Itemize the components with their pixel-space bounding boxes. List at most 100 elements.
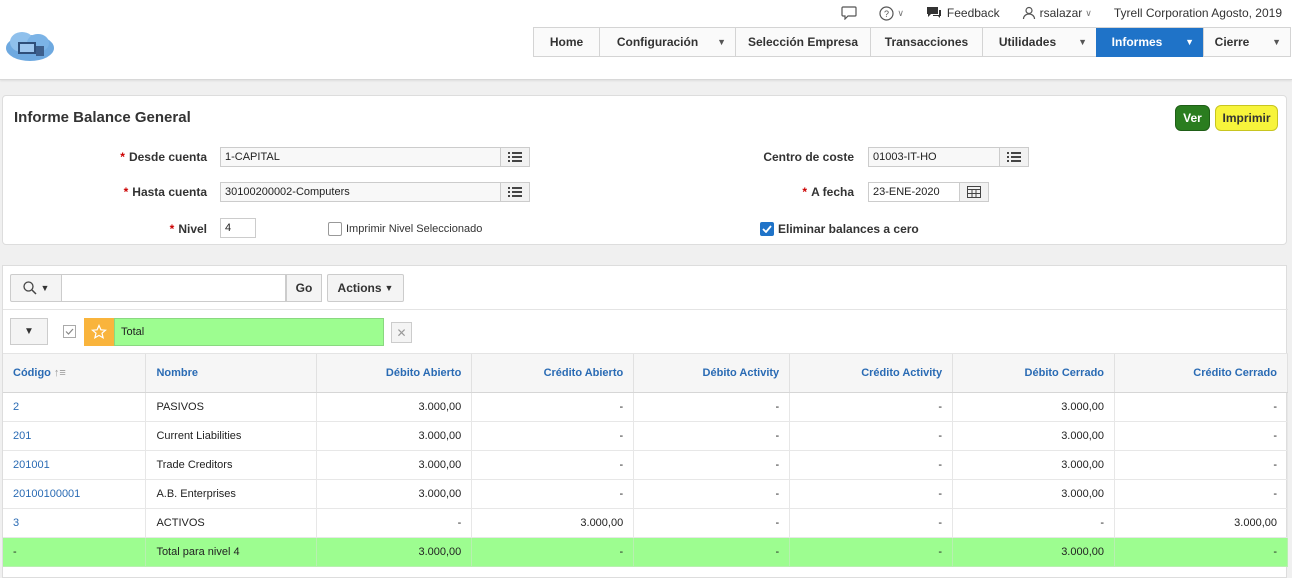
- cell-debito-abierto: 3.000,00: [316, 450, 473, 480]
- label-text: A fecha: [811, 185, 854, 199]
- label-text: Desde cuenta: [128, 150, 207, 164]
- chevron-down-icon: ∨: [897, 7, 904, 18]
- report-region: ▼ Go Actions ▼ ▼ Total ✕ Código ↑≡ Nombre…: [2, 265, 1288, 578]
- cell-credito-cerrado: -: [1114, 392, 1288, 422]
- go-button[interactable]: Go: [286, 274, 322, 302]
- column-header-debito-activity[interactable]: Débito Activity: [633, 354, 791, 393]
- column-header-debito-cerrado[interactable]: Débito Cerrado: [952, 354, 1116, 393]
- cell-credito-activity: -: [789, 421, 954, 451]
- table-header-row: Código ↑≡ Nombre Débito Abierto Crédito A…: [3, 354, 1288, 393]
- column-header-nombre[interactable]: Nombre: [145, 354, 318, 393]
- cell-debito-abierto: 3.000,00: [316, 392, 473, 422]
- cell-nombre: Total para nivel 4: [145, 537, 318, 567]
- cell-credito-cerrado: 3.000,00: [1114, 508, 1288, 538]
- filter-enable-checkbox[interactable]: [63, 325, 76, 338]
- table-row: 201 Current Liabilities 3.000,00 - - - 3…: [3, 421, 1288, 451]
- report-table: Código ↑≡ Nombre Débito Abierto Crédito A…: [3, 354, 1288, 567]
- nav-label: Cierre: [1214, 35, 1250, 49]
- app-header: ? ∨ Feedback rsalazar ∨ Tyrell Corporati…: [0, 0, 1292, 80]
- nav-item-transacciones[interactable]: Transacciones: [870, 28, 982, 57]
- search-column-selector[interactable]: ▼: [10, 274, 62, 302]
- help-menu[interactable]: ? ∨: [879, 5, 904, 21]
- a-fecha-field[interactable]: 23-ENE-2020: [868, 182, 960, 202]
- table-row: 3 ACTIVOS - 3.000,00 - - - 3.000,00: [3, 508, 1288, 538]
- desde-cuenta-field[interactable]: 1-CAPITAL: [220, 147, 501, 167]
- nav-item-utilidades[interactable]: Utilidades ▼: [982, 28, 1096, 57]
- chevron-down-icon: ▼: [717, 37, 726, 47]
- table-row: 20100100001 A.B. Enterprises 3.000,00 - …: [3, 479, 1288, 509]
- column-header-debito-abierto[interactable]: Débito Abierto: [316, 354, 473, 393]
- cell-nombre: A.B. Enterprises: [145, 479, 318, 509]
- centro-coste-field[interactable]: 01003-IT-HO: [868, 147, 1000, 167]
- cell-codigo[interactable]: 2: [3, 392, 147, 422]
- user-name: rsalazar: [1039, 6, 1083, 20]
- app-logo[interactable]: [4, 28, 56, 64]
- ver-button[interactable]: Ver: [1175, 105, 1210, 131]
- search-bar: ▼ Go Actions ▼: [3, 266, 1288, 310]
- table-row: 2 PASIVOS 3.000,00 - - - 3.000,00 -: [3, 392, 1288, 422]
- cell-debito-activity: -: [633, 450, 791, 480]
- actions-button[interactable]: Actions ▼: [327, 274, 404, 302]
- cell-nombre: ACTIVOS: [145, 508, 318, 538]
- hasta-cuenta-lov-button[interactable]: [500, 182, 530, 202]
- cell-debito-abierto: -: [316, 508, 473, 538]
- nav-item-cierre[interactable]: Cierre ▼: [1203, 28, 1291, 57]
- nav-item-configuracion[interactable]: Configuración ▼: [599, 28, 735, 57]
- remove-filter-button[interactable]: ✕: [391, 322, 412, 343]
- main-nav: Home Configuración ▼ Selección Empresa Tr…: [533, 27, 1291, 57]
- filter-toggle-button[interactable]: ▼: [10, 318, 48, 345]
- column-header-credito-activity[interactable]: Crédito Activity: [789, 354, 954, 393]
- required-mark: *: [802, 185, 808, 199]
- page-title: Informe Balance General: [14, 109, 191, 126]
- cell-debito-activity: -: [633, 508, 791, 538]
- desde-cuenta-lov-button[interactable]: [500, 147, 530, 167]
- cell-credito-abierto: -: [471, 450, 635, 480]
- column-header-codigo[interactable]: Código ↑≡: [3, 354, 147, 393]
- cell-codigo[interactable]: 201: [3, 421, 147, 451]
- caret-down-icon: ▼: [384, 283, 394, 293]
- a-fecha-label: * A fecha: [763, 185, 854, 199]
- cell-debito-abierto: 3.000,00: [316, 537, 473, 567]
- calendar-button[interactable]: [959, 182, 989, 202]
- nav-label: Utilidades: [998, 35, 1057, 49]
- cell-credito-cerrado: -: [1114, 421, 1288, 451]
- table-row: 201001 Trade Creditors 3.000,00 - - - 3.…: [3, 450, 1288, 480]
- chevron-down-icon: ▼: [1078, 37, 1087, 47]
- nav-item-home[interactable]: Home: [533, 28, 599, 57]
- filter-label[interactable]: Total: [114, 318, 384, 346]
- cell-nombre: PASIVOS: [145, 392, 318, 422]
- nivel-field[interactable]: 4: [220, 218, 256, 238]
- search-input[interactable]: [61, 274, 286, 302]
- column-header-credito-cerrado[interactable]: Crédito Cerrado: [1114, 354, 1288, 393]
- company-period: Tyrell Corporation Agosto, 2019: [1113, 6, 1282, 20]
- top-links: ? ∨ Feedback rsalazar ∨ Tyrell Corporati…: [819, 4, 1282, 22]
- cell-codigo[interactable]: 20100100001: [3, 479, 147, 509]
- imprimir-nivel-checkbox[interactable]: [328, 222, 342, 236]
- column-header-label: Código: [13, 366, 51, 379]
- cell-credito-cerrado: -: [1114, 537, 1288, 567]
- cell-debito-cerrado: 3.000,00: [952, 450, 1116, 480]
- cell-credito-abierto: -: [471, 537, 635, 567]
- cell-codigo[interactable]: 3: [3, 508, 147, 538]
- chevron-down-icon: ▼: [1272, 37, 1281, 47]
- cell-credito-abierto: -: [471, 392, 635, 422]
- hasta-cuenta-field[interactable]: 30100200002-Computers: [220, 182, 501, 202]
- feedback-link[interactable]: Feedback: [926, 6, 1000, 20]
- cell-codigo[interactable]: 201001: [3, 450, 147, 480]
- nav-item-seleccion-empresa[interactable]: Selección Empresa: [735, 28, 870, 57]
- cell-credito-activity: -: [789, 508, 954, 538]
- imprimir-button[interactable]: Imprimir: [1215, 105, 1278, 131]
- nav-item-informes[interactable]: Informes ▼: [1096, 28, 1203, 57]
- chevron-down-icon: ▼: [1185, 37, 1194, 47]
- list-icon: [508, 152, 522, 162]
- eliminar-balances-checkbox[interactable]: [760, 222, 774, 236]
- chat-link[interactable]: [841, 6, 857, 20]
- user-menu[interactable]: rsalazar ∨: [1022, 6, 1092, 20]
- help-icon: ?: [879, 5, 894, 21]
- column-header-credito-abierto[interactable]: Crédito Abierto: [471, 354, 635, 393]
- feedback-icon: [926, 7, 941, 18]
- cell-nombre: Current Liabilities: [145, 421, 318, 451]
- chat-icon: [841, 6, 857, 20]
- centro-coste-lov-button[interactable]: [999, 147, 1029, 167]
- actions-label: Actions: [337, 281, 382, 295]
